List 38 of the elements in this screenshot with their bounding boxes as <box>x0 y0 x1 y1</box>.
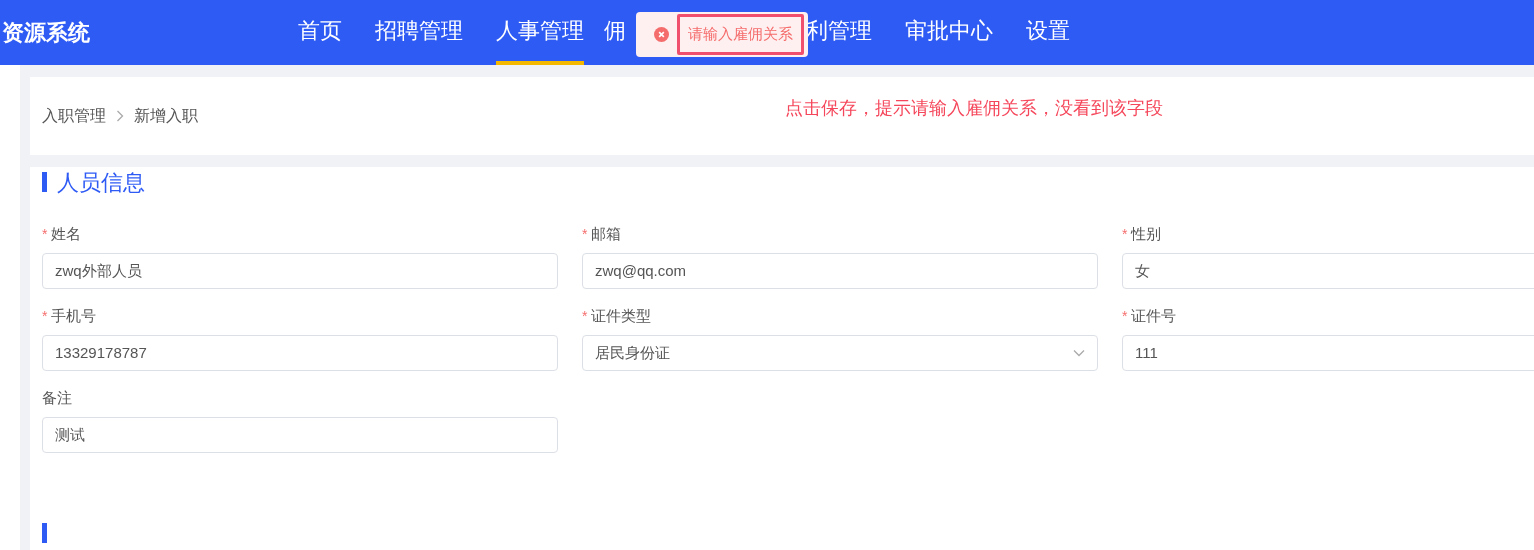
select-field[interactable]: 居民身份证 <box>582 335 1098 371</box>
field-label: 性别 <box>1131 223 1162 244</box>
app-title: 资源系统 <box>1 19 91 47</box>
field-label: 证件号 <box>1131 305 1177 326</box>
nav-tab[interactable]: 招聘管理 <box>375 0 463 65</box>
required-mark: * <box>1122 224 1128 244</box>
error-icon <box>654 27 669 42</box>
section-marker <box>42 172 47 192</box>
field-label: 备注 <box>42 387 72 408</box>
nav-tab[interactable]: 审批中心 <box>905 0 993 65</box>
chevron-down-icon <box>1073 349 1085 357</box>
error-message: 请输入雇佣关系 <box>677 14 804 55</box>
breadcrumb-item: 新增入职 <box>134 106 198 126</box>
input-field[interactable]: 测试 <box>42 417 558 453</box>
chevron-right-icon <box>116 110 124 122</box>
nav-tab[interactable]: 设置 <box>1026 0 1070 65</box>
field-label: 证件类型 <box>591 305 652 326</box>
required-mark: * <box>42 224 48 244</box>
input-field[interactable]: 111 <box>1122 335 1534 371</box>
required-mark: * <box>42 306 48 326</box>
input-field[interactable]: zwq外部人员 <box>42 253 558 289</box>
required-mark: * <box>582 224 588 244</box>
input-field[interactable]: zwq@qq.com <box>582 253 1098 289</box>
nav-tab[interactable]: 人事管理 <box>496 0 584 65</box>
nav-tab[interactable]: 佣 <box>604 0 626 65</box>
required-mark: * <box>582 306 588 326</box>
input-field[interactable]: 女 <box>1122 253 1534 289</box>
section-title: 人员信息 <box>57 168 145 197</box>
section-marker <box>42 523 47 543</box>
input-field[interactable]: 13329178787 <box>42 335 558 371</box>
field-label: 邮箱 <box>591 223 622 244</box>
breadcrumb-item[interactable]: 入职管理 <box>42 104 106 128</box>
annotation-note: 点击保存，提示请输入雇佣关系，没看到该字段 <box>785 97 1163 120</box>
nav-tab[interactable]: 首页 <box>298 0 342 65</box>
field-label: 姓名 <box>51 223 82 244</box>
nav-tab[interactable]: 利管理 <box>806 0 872 65</box>
field-label: 手机号 <box>51 305 97 326</box>
required-mark: * <box>1122 306 1128 326</box>
